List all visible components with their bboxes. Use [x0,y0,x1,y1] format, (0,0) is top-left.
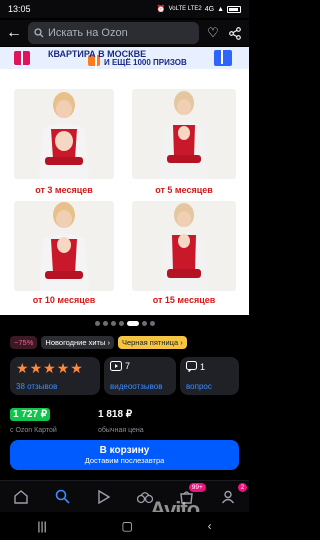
profile-icon[interactable]: 2 [218,482,248,507]
tag-label: Новогодние хиты [45,338,106,347]
product-image[interactable]: от 3 месяцев от 5 месяцев от 10 месяцев [0,69,249,315]
bottom-nav: 99+ 2 [0,480,249,512]
gallery-dot[interactable] [141,321,147,326]
star-icon: ★ [29,360,43,376]
product-tags: −75% Новогодние хиты › Черная пятница › [10,336,187,349]
profile-badge: 2 [237,482,248,492]
search-icon [34,28,44,38]
status-time: 13:05 [8,4,31,14]
cart-badge: 99+ [188,482,206,492]
product-caption: от 15 месяцев [152,295,216,305]
chevron-right-icon: › [180,338,183,347]
reviews-card[interactable]: ★ ★ ★ ★ ★ 38 отзывов [10,357,100,395]
gallery-dots [0,321,249,326]
question-count: 1 [200,361,206,372]
system-nav: ||| ▢ ‹ [0,512,249,540]
ozon-card-price: 1 727 ₽ [10,408,51,421]
reviews-count: 38 отзывов [16,382,58,391]
product-caption: от 5 месяцев [155,185,213,195]
signal-label: 4G [204,5,215,13]
star-icon: ★ [16,360,29,376]
price-row: 1 727 ₽ с Ozon Картой 1 818 ₽ обычная це… [10,408,239,436]
gallery-dot[interactable] [118,321,124,326]
mother-with-baby-illustration [39,92,89,179]
question-icon [186,361,197,372]
video-reviews-label: видеоотзывов [110,382,163,391]
battery-icon [227,5,241,13]
product-photo [14,201,114,291]
product-photo [132,201,236,291]
add-to-cart-button[interactable]: В корзину Доставим послезавтра [10,440,239,470]
video-count: 7 [125,361,131,371]
gift-icon [14,51,30,65]
search-input[interactable]: Искать на Ozon [28,22,199,44]
promo-banner[interactable]: КВАРТИРА В МОСКВЕ И ЕЩЁ 1000 ПРИЗОВ [0,47,249,69]
product-caption: от 3 месяцев [35,185,93,195]
gallery-dot[interactable] [94,321,100,326]
mother-with-baby-illustration [161,203,207,291]
normal-price-label: обычная цена [98,427,144,434]
star-icon: ★ [70,360,83,376]
product-caption: от 10 месяцев [32,295,96,305]
search-bar: ← Искать на Ozon ♡ [0,20,249,46]
mother-with-baby-illustration [39,202,89,291]
status-icons: ⏰ VoLTE LTE2 4G ▲ [157,5,241,13]
home-button-icon[interactable]: ▢ [122,519,133,533]
system-back-icon[interactable]: ‹ [208,519,212,533]
catalog-icon[interactable] [52,487,72,507]
gallery-dot[interactable] [102,321,108,326]
discount-badge: −75% [10,336,38,349]
gallery-dot[interactable] [126,321,139,326]
alarm-icon: ⏰ [156,6,166,13]
tag-label: Черная пятница [121,338,179,347]
mother-with-baby-illustration [161,91,207,179]
gift-icon [214,50,232,66]
star-icon: ★ [56,360,70,376]
heart-icon[interactable]: ♡ [205,25,221,41]
network-label: VoLTE LTE2 [168,6,202,12]
video-reviews-card[interactable]: 7 видеоотзывов [104,357,176,395]
video-feed-icon[interactable] [94,487,114,507]
star-icon: ★ [43,360,56,376]
status-bar: 13:05 ⏰ VoLTE LTE2 4G ▲ [0,0,249,18]
delivery-label: Доставим послезавтра [84,456,165,465]
video-icon [110,361,122,371]
questions-label: вопрос [186,382,212,391]
questions-card[interactable]: 1 вопрос [180,357,239,395]
chevron-right-icon: › [107,338,110,347]
back-arrow-icon[interactable]: ← [6,24,22,41]
recent-apps-icon[interactable]: ||| [37,519,46,533]
ozon-card-price-label: с Ozon Картой [10,427,57,434]
product-photo [132,89,236,179]
gallery-dot[interactable] [110,321,116,326]
rating-stars: ★ ★ ★ ★ ★ [16,361,94,375]
add-to-cart-label: В корзину [99,445,150,456]
search-placeholder: Искать на Ozon [48,27,128,39]
share-icon[interactable] [227,25,243,41]
gallery-dot[interactable] [149,321,155,326]
wifi-icon: ▲ [217,5,224,13]
tag-black-friday[interactable]: Черная пятница › [117,336,187,349]
tag-new-year-hits[interactable]: Новогодние хиты › [41,336,114,349]
normal-price: 1 818 ₽ [98,409,133,420]
home-icon[interactable] [11,487,31,507]
product-stats: ★ ★ ★ ★ ★ 38 отзывов 7 видеоотзывов 1 во… [10,357,239,395]
product-photo [14,89,114,179]
banner-subtitle: И ЕЩЁ 1000 ПРИЗОВ [104,58,187,67]
